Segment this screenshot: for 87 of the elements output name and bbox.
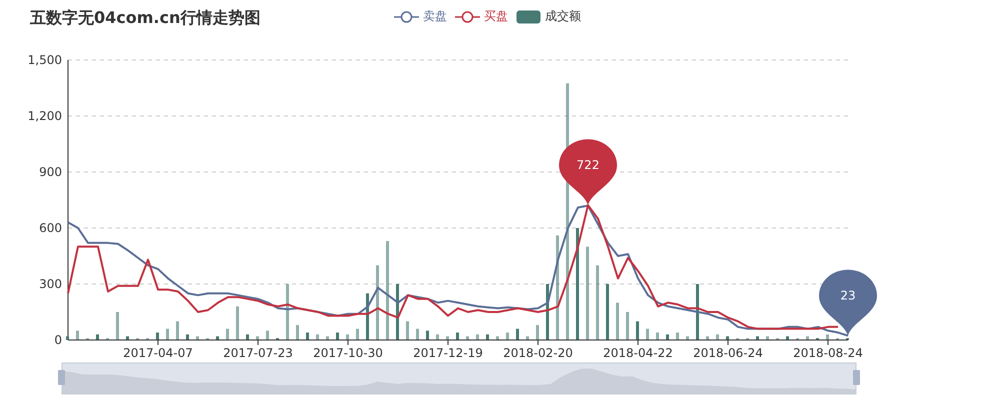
volume-bar	[476, 334, 479, 340]
volume-bar	[606, 284, 609, 340]
volume-bar	[616, 302, 619, 340]
volume-bar	[656, 332, 659, 340]
volume-bar	[326, 336, 329, 340]
volume-bar	[696, 284, 699, 340]
volume-bar	[366, 293, 369, 340]
volume-bar	[646, 328, 649, 340]
y-tick-label: 600	[39, 221, 62, 235]
volume-bar	[666, 334, 669, 340]
x-tick-label: 2017-07-23	[223, 346, 293, 360]
volume-bar	[786, 336, 789, 340]
bar-symbol-icon	[516, 10, 541, 24]
volume-bar	[526, 336, 529, 340]
volume-bar	[226, 328, 229, 340]
volume-bar	[336, 332, 339, 340]
volume-bar	[256, 336, 259, 340]
volume-bar	[266, 330, 269, 340]
volume-bar	[446, 336, 449, 340]
volume-bar	[546, 284, 549, 340]
line-symbol-icon	[394, 10, 419, 24]
volume-bar	[626, 312, 629, 340]
y-tick-label: 1,500	[28, 53, 62, 67]
volume-bar	[126, 336, 129, 340]
volume-bar	[676, 332, 679, 340]
volume-bar	[116, 312, 119, 340]
volume-bar	[156, 332, 159, 340]
volume-bar	[346, 334, 349, 340]
volume-bar	[316, 334, 319, 340]
zoom-slider[interactable]	[62, 362, 856, 394]
legend-item[interactable]: 成交额	[516, 8, 581, 25]
volume-bar	[246, 334, 249, 340]
volume-bar	[186, 334, 189, 340]
volume-bar	[506, 332, 509, 340]
x-tick-label: 2017-12-19	[413, 346, 483, 360]
annotation: 23	[840, 288, 856, 303]
value-pin: 722	[559, 139, 617, 206]
legend-item[interactable]: 卖盘	[394, 8, 447, 25]
volume-bar	[216, 336, 219, 340]
x-tick-label: 2017-04-07	[123, 346, 193, 360]
volume-bar	[706, 336, 709, 340]
slider-handle[interactable]	[58, 370, 65, 385]
volume-bar	[436, 334, 439, 340]
volume-bar	[286, 284, 289, 340]
volume-bar	[466, 336, 469, 340]
y-tick-label: 900	[39, 165, 62, 179]
y-tick-label: 300	[39, 277, 62, 291]
volume-bar	[426, 330, 429, 340]
annotation: 722	[576, 158, 600, 172]
volume-bar	[516, 328, 519, 340]
volume-bar	[76, 330, 79, 340]
volume-bar	[766, 336, 769, 340]
x-tick-label: 2017-10-30	[313, 346, 383, 360]
y-tick-label: 0	[54, 333, 62, 347]
volume-bar	[406, 321, 409, 340]
volume-bar	[536, 325, 539, 340]
volume-bar	[166, 328, 169, 340]
volume-bar	[726, 336, 729, 340]
volume-bar	[236, 306, 239, 340]
volume-bar	[396, 284, 399, 340]
x-tick-label: 2018-06-24	[693, 346, 763, 360]
volume-bar	[756, 336, 759, 340]
volume-bar	[296, 325, 299, 340]
volume-bar	[636, 321, 639, 340]
slider-handle[interactable]	[853, 370, 860, 385]
x-tick-label: 2018-04-22	[603, 346, 673, 360]
legend-item[interactable]: 买盘	[455, 8, 508, 25]
chart-title: 五数字无04com.cn行情走势图	[30, 8, 260, 28]
x-tick-label: 2018-08-24	[793, 346, 863, 360]
y-tick-label: 1,200	[28, 109, 62, 123]
volume-bar	[306, 332, 309, 340]
volume-bar	[196, 336, 199, 340]
volume-bar	[96, 334, 99, 340]
volume-bar	[686, 336, 689, 340]
volume-bar	[826, 334, 829, 340]
volume-bar	[806, 336, 809, 340]
volume-bar	[716, 334, 719, 340]
volume-bar	[176, 321, 179, 340]
volume-bar	[416, 328, 419, 340]
volume-bar	[356, 328, 359, 340]
volume-bar	[456, 332, 459, 340]
volume-bar	[496, 336, 499, 340]
volume-bar	[66, 336, 69, 340]
line-symbol-icon	[455, 10, 480, 24]
value-pin: 23	[819, 270, 877, 336]
volume-bar	[486, 334, 489, 340]
x-tick-label: 2018-02-20	[503, 346, 573, 360]
